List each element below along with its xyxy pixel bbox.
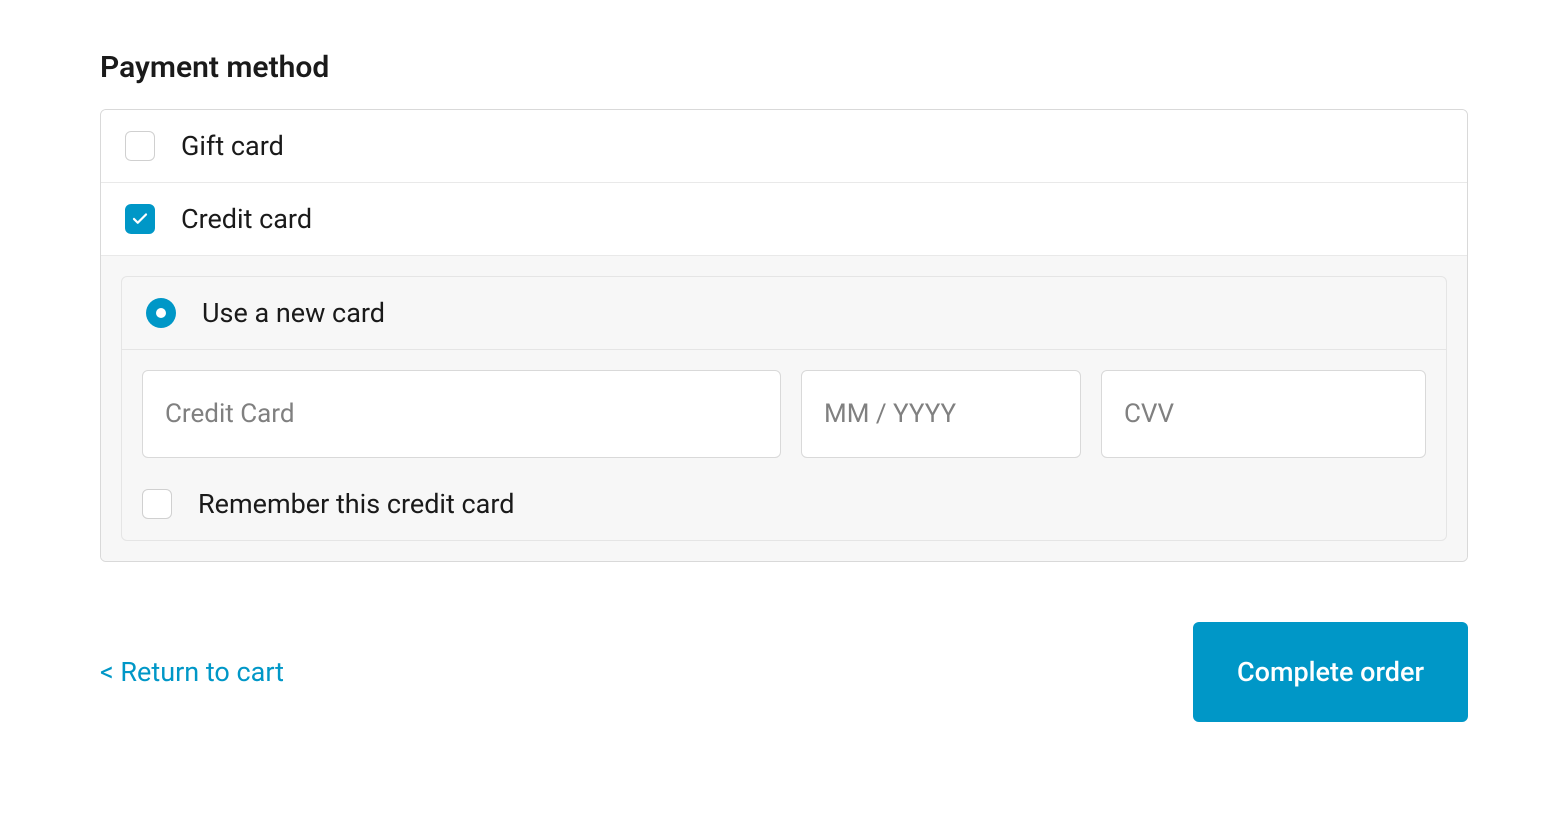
new-card-label: Use a new card	[202, 297, 385, 329]
payment-methods-container: Gift card Credit card Use a new card	[100, 109, 1468, 562]
card-cvv-input[interactable]	[1101, 370, 1426, 458]
radio-dot-icon	[156, 308, 166, 318]
credit-card-option[interactable]: Credit card	[101, 183, 1467, 256]
complete-order-button[interactable]: Complete order	[1193, 622, 1468, 722]
gift-card-option[interactable]: Gift card	[101, 110, 1467, 183]
remember-card-checkbox[interactable]	[142, 489, 172, 519]
new-card-radio[interactable]	[146, 298, 176, 328]
footer-row: < Return to cart Complete order	[100, 622, 1468, 722]
credit-card-label: Credit card	[181, 203, 312, 235]
credit-card-checkbox[interactable]	[125, 204, 155, 234]
gift-card-checkbox[interactable]	[125, 131, 155, 161]
gift-card-label: Gift card	[181, 130, 284, 162]
card-form-container: Use a new card Remember this credit card	[121, 276, 1447, 541]
credit-card-panel: Use a new card Remember this credit card	[101, 256, 1467, 561]
payment-method-title: Payment method	[100, 50, 1468, 85]
remember-card-option[interactable]: Remember this credit card	[142, 488, 1426, 520]
new-card-option[interactable]: Use a new card	[122, 277, 1446, 350]
card-form-body: Remember this credit card	[122, 350, 1446, 540]
check-icon	[131, 210, 149, 228]
return-to-cart-link[interactable]: < Return to cart	[100, 656, 284, 688]
card-number-input[interactable]	[142, 370, 781, 458]
card-input-row	[142, 370, 1426, 458]
remember-card-label: Remember this credit card	[198, 488, 514, 520]
card-expiry-input[interactable]	[801, 370, 1081, 458]
